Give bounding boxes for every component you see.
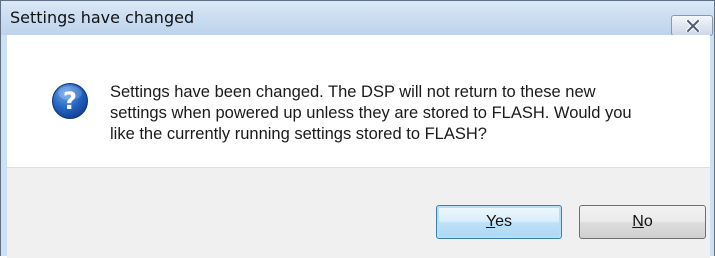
svg-text:?: ? xyxy=(63,87,77,115)
yes-mnemonic: Y xyxy=(485,213,496,230)
dialog-window: Settings have changed ? Settings have be… xyxy=(0,0,715,258)
yes-label: es xyxy=(495,213,513,230)
title-bar[interactable]: Settings have changed xyxy=(1,1,714,36)
dialog-message: Settings have been changed. The DSP will… xyxy=(110,83,632,143)
yes-button[interactable]: Yes xyxy=(436,205,562,239)
button-bar: Yes No xyxy=(7,167,710,258)
dialog-title: Settings have changed xyxy=(10,8,195,27)
dialog-content: ? Settings have been changed. The DSP wi… xyxy=(7,35,710,167)
close-icon xyxy=(686,20,700,32)
no-mnemonic: N xyxy=(632,213,644,230)
close-button[interactable] xyxy=(671,15,713,36)
no-button[interactable]: No xyxy=(579,205,706,239)
no-label: o xyxy=(643,213,653,230)
question-icon: ? xyxy=(52,83,88,119)
